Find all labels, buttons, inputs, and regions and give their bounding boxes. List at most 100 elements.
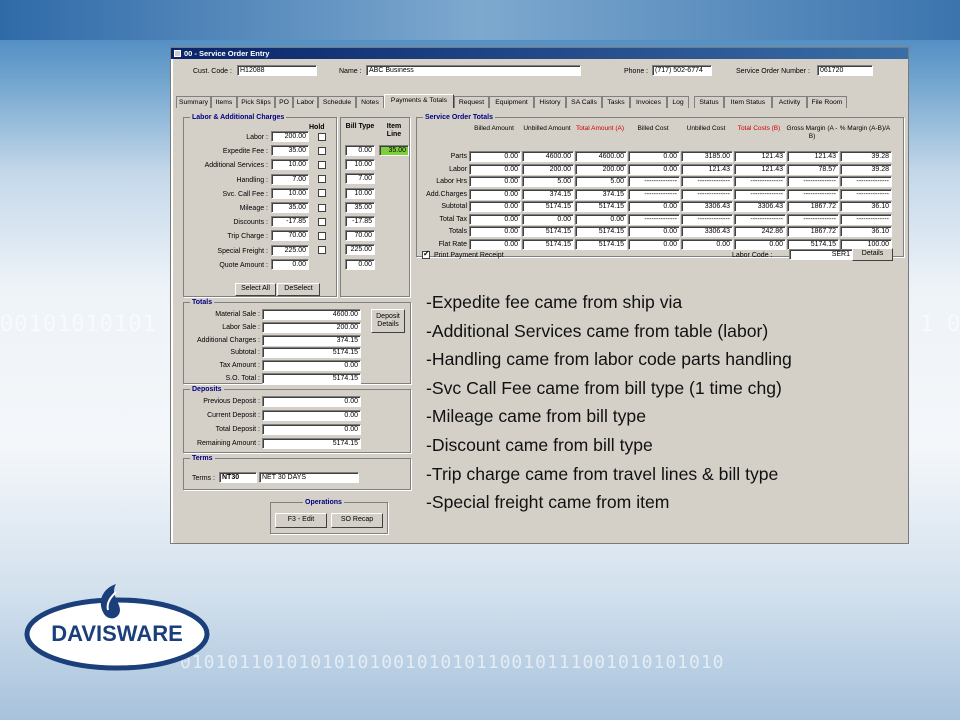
tab-invoices[interactable]: Invoices bbox=[630, 96, 667, 108]
charge-label: Discounts : bbox=[233, 219, 268, 227]
tab-status[interactable]: Status bbox=[694, 96, 724, 108]
deposit-value-field: 0.00 bbox=[262, 424, 361, 435]
totals-cell: 0.00 bbox=[734, 238, 786, 250]
window-title: 00 - Service Order Entry bbox=[184, 49, 270, 58]
phone-field[interactable]: (717) 502-6774 bbox=[652, 65, 712, 76]
tab-item-status[interactable]: Item Status bbox=[724, 96, 772, 108]
name-label: Name : bbox=[339, 68, 362, 75]
tab-request[interactable]: Request bbox=[454, 96, 489, 108]
tab-items[interactable]: Items bbox=[211, 96, 237, 108]
hold-checkbox[interactable] bbox=[318, 231, 326, 240]
charge-value-field[interactable]: 35.00 bbox=[271, 145, 309, 157]
phone-label: Phone : bbox=[624, 68, 649, 75]
terms-description-field: NET 30 DAYS bbox=[259, 472, 359, 483]
labor-charges-group: Labor & Additional Charges Hold Labor :2… bbox=[183, 113, 337, 297]
print-receipt-checkbox[interactable]: ✓ bbox=[422, 249, 430, 259]
bill-type-field[interactable]: 225.00 bbox=[345, 244, 375, 256]
terms-title: Terms bbox=[190, 454, 215, 463]
note-line: -Discount came from bill type bbox=[426, 434, 653, 455]
charge-value-field[interactable]: 10.00 bbox=[271, 159, 309, 171]
deselect-button[interactable]: DeSelect bbox=[277, 283, 320, 296]
tab-tasks[interactable]: Tasks bbox=[602, 96, 630, 108]
hold-checkbox[interactable] bbox=[318, 246, 326, 255]
totals-cell: 121.43 bbox=[681, 163, 733, 175]
item-line-field[interactable]: 35.00 bbox=[379, 145, 409, 156]
background-banner bbox=[0, 0, 960, 40]
bill-type-field[interactable]: 70.00 bbox=[345, 230, 375, 242]
note-line: -Svc Call Fee came from bill type (1 tim… bbox=[426, 377, 782, 398]
charge-value-field[interactable]: 225.00 bbox=[271, 244, 309, 256]
totals-cell: 0.00 bbox=[469, 163, 521, 175]
deposit-details-button[interactable]: Deposit Details bbox=[371, 309, 405, 333]
tab-sa-calls[interactable]: SA Calls bbox=[566, 96, 602, 108]
hold-checkbox[interactable] bbox=[318, 203, 326, 212]
column-header: Unbilled Cost bbox=[686, 125, 726, 132]
labor-code-field[interactable]: SER1 bbox=[789, 249, 853, 260]
tab-activity[interactable]: Activity bbox=[772, 96, 807, 108]
tab-schedule[interactable]: Schedule bbox=[318, 96, 356, 108]
tab-strip: Summary Items Pick Slips PO Labor Schedu… bbox=[176, 94, 906, 108]
bill-type-field[interactable]: 10.00 bbox=[345, 159, 375, 171]
hold-checkbox[interactable] bbox=[318, 132, 326, 141]
totals-cell: -------------- bbox=[840, 213, 892, 225]
hold-checkbox[interactable] bbox=[318, 175, 326, 184]
tab-log[interactable]: Log bbox=[667, 96, 689, 108]
totals-cell: 36.10 bbox=[840, 201, 892, 212]
so-number-field[interactable]: 061720 bbox=[817, 65, 873, 76]
charge-value-field[interactable]: 0.00 bbox=[271, 258, 309, 270]
charge-label: Special Freight : bbox=[217, 247, 268, 255]
totals-cell: 3306.43 bbox=[681, 226, 733, 237]
tab-summary[interactable]: Summary bbox=[176, 96, 211, 108]
tab-notes[interactable]: Notes bbox=[356, 96, 384, 108]
hold-checkbox[interactable] bbox=[318, 146, 326, 155]
charge-label: Svc. Call Fee : bbox=[222, 190, 268, 198]
total-value-field: 5174.15 bbox=[262, 347, 361, 359]
hold-checkbox[interactable] bbox=[318, 160, 326, 169]
print-receipt-label: Print Payment Receipt bbox=[434, 252, 504, 259]
tab-history[interactable]: History bbox=[534, 96, 566, 108]
deposits-title: Deposits bbox=[190, 385, 224, 394]
tab-file-room[interactable]: File Room bbox=[807, 96, 847, 108]
bill-type-field[interactable]: 7.00 bbox=[345, 173, 375, 185]
totals-cell: 121.43 bbox=[734, 151, 786, 162]
details-button[interactable]: Details bbox=[852, 248, 893, 261]
tab-payments-totals[interactable]: Payments & Totals bbox=[384, 94, 454, 108]
so-recap-button[interactable]: SO Recap bbox=[331, 513, 383, 528]
item-line-header: Item Line bbox=[386, 123, 402, 138]
tab-pick-slips[interactable]: Pick Slips bbox=[237, 96, 275, 108]
totals-cell: 242.86 bbox=[734, 226, 786, 237]
totals-cell: 200.00 bbox=[522, 163, 574, 175]
charge-value-field[interactable]: 10.00 bbox=[271, 187, 309, 199]
tab-equipment[interactable]: Equipment bbox=[489, 96, 534, 108]
name-field[interactable]: ABC Business bbox=[366, 65, 581, 76]
charge-value-field[interactable]: 70.00 bbox=[271, 230, 309, 242]
column-header: Billed Cost bbox=[637, 125, 669, 132]
bill-type-field[interactable]: 35.00 bbox=[345, 201, 375, 213]
charge-value-field[interactable]: -17.85 bbox=[271, 216, 309, 228]
bill-type-field[interactable]: 10.00 bbox=[345, 187, 375, 199]
edit-button[interactable]: F3 - Edit bbox=[275, 513, 327, 528]
totals-cell: 200.00 bbox=[575, 163, 627, 175]
totals-cell: 5.00 bbox=[575, 176, 627, 187]
totals-group: Totals Material Sale :4600.00 Labor Sale … bbox=[183, 298, 411, 384]
total-value-field: 374.15 bbox=[262, 334, 361, 346]
totals-cell: 0.00 bbox=[681, 238, 733, 250]
note-line: -Trip charge came from travel lines & bi… bbox=[426, 463, 779, 484]
charge-value-field[interactable]: 35.00 bbox=[271, 202, 309, 213]
select-all-button[interactable]: Select All bbox=[235, 283, 276, 296]
terms-code-field[interactable]: NT30 bbox=[219, 472, 257, 483]
totals-cell: 39.28 bbox=[840, 163, 892, 175]
totals-cell: 0.00 bbox=[628, 151, 680, 162]
charge-value-field[interactable]: 7.00 bbox=[271, 173, 309, 185]
hold-checkbox[interactable] bbox=[318, 189, 326, 198]
bill-type-field[interactable]: 0.00 bbox=[345, 258, 375, 270]
hold-checkbox[interactable] bbox=[318, 217, 326, 226]
bill-type-field[interactable]: 0.00 bbox=[345, 145, 375, 156]
column-header: Total Amount (A) bbox=[575, 125, 625, 132]
tab-po[interactable]: PO bbox=[275, 96, 293, 108]
hold-header: Hold bbox=[309, 124, 325, 131]
bill-type-field[interactable]: -17.85 bbox=[345, 216, 375, 227]
charge-value-field[interactable]: 200.00 bbox=[271, 131, 309, 142]
tab-labor[interactable]: Labor bbox=[293, 96, 318, 108]
cust-code-field[interactable]: H12088 bbox=[237, 65, 317, 76]
